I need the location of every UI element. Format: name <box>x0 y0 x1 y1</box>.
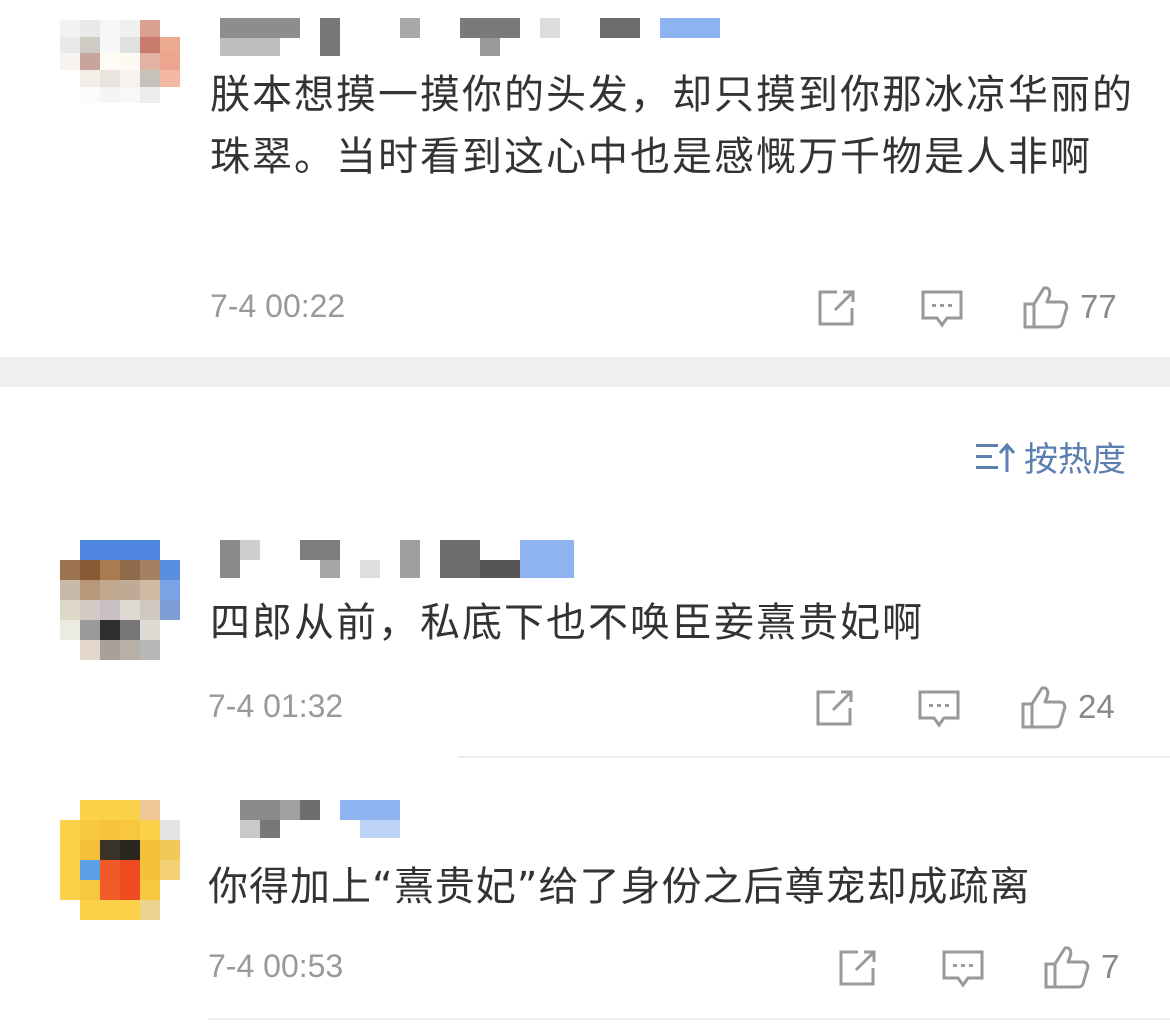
comment-item: 四郎从前，私底下也不唤臣妾熹贵妃啊 7-4 01:32 24 <box>0 520 1170 760</box>
avatar[interactable] <box>60 20 180 120</box>
section-divider <box>0 357 1170 387</box>
avatar[interactable] <box>60 800 180 920</box>
username-blurred[interactable] <box>220 540 580 580</box>
like-count: 24 <box>1078 688 1115 725</box>
username-blurred[interactable] <box>220 18 720 58</box>
like-button[interactable]: 24 <box>1020 684 1115 730</box>
comment-icon <box>921 290 963 328</box>
reply-button[interactable] <box>917 688 961 730</box>
sort-label: 按热度 <box>1024 440 1126 480</box>
divider <box>458 756 1170 758</box>
reply-button[interactable] <box>941 948 985 990</box>
thumbs-up-icon <box>1021 686 1067 729</box>
comment-time: 7-4 00:22 <box>210 288 346 324</box>
comment-item: 你得加上“熹贵妃”给了身份之后尊宠却成疏离 7-4 00:53 7 <box>0 780 1170 1020</box>
thumbs-up-icon <box>1023 286 1069 329</box>
share-icon <box>816 690 853 726</box>
reply-button[interactable] <box>920 288 964 330</box>
share-button[interactable] <box>815 288 859 328</box>
username-blurred[interactable] <box>220 800 420 840</box>
share-button[interactable] <box>813 688 857 728</box>
comment-icon <box>918 690 960 728</box>
avatar[interactable] <box>60 540 180 660</box>
like-button[interactable]: 77 <box>1022 284 1117 330</box>
comment-text: 四郎从前，私底下也不唤臣妾熹贵妃啊 <box>210 600 924 646</box>
thumbs-up-icon <box>1044 946 1090 989</box>
like-count: 77 <box>1080 288 1117 325</box>
like-count: 7 <box>1101 948 1120 985</box>
share-button[interactable] <box>836 948 880 988</box>
comment-time: 7-4 00:53 <box>208 948 344 984</box>
comment-text: 你得加上“熹贵妃”给了身份之后尊宠却成疏离 <box>208 864 1031 910</box>
share-icon <box>839 950 876 986</box>
comment-item: 朕本想摸一摸你的头发，却只摸到你那冰凉华丽的珠翠。当时看到这心中也是感慨万千物是… <box>0 0 1170 357</box>
sort-icon <box>976 442 1016 472</box>
sort-toggle[interactable]: 按热度 <box>976 432 1126 481</box>
comment-text: 朕本想摸一摸你的头发，却只摸到你那冰凉华丽的珠翠。当时看到这心中也是感慨万千物是… <box>210 72 1134 180</box>
comment-time: 7-4 01:32 <box>208 688 344 724</box>
comment-icon <box>942 950 984 988</box>
divider <box>208 1018 1170 1020</box>
like-button[interactable]: 7 <box>1043 944 1119 990</box>
share-icon <box>818 290 855 326</box>
